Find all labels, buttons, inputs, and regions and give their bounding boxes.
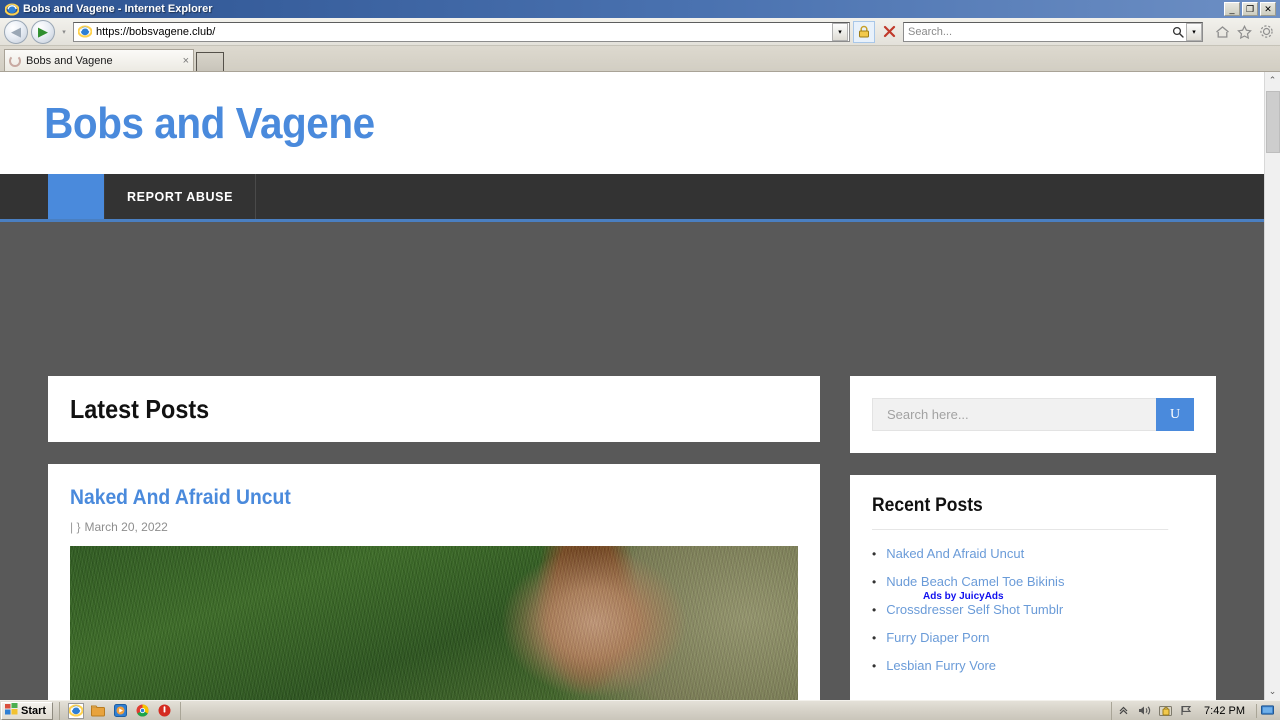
tab-strip: Bobs and Vagene ×	[0, 46, 1280, 72]
browser-search-input[interactable]: Search...	[908, 26, 1170, 38]
site-header: Bobs and Vagene	[0, 72, 1264, 174]
security-shield-icon[interactable]	[1158, 704, 1172, 718]
content-columns: Latest Posts Naked And Afraid Uncut | } …	[48, 222, 1216, 700]
address-url-text[interactable]: https://bobsvagene.club/	[96, 26, 832, 38]
recent-posts-widget: Recent Posts • Naked And Afraid Uncut • …	[850, 475, 1216, 700]
browser-search-box[interactable]: Search... ▾	[903, 21, 1203, 42]
system-tray: 7:42 PM	[1111, 701, 1278, 720]
restore-button[interactable]: ❐	[1242, 2, 1258, 16]
loading-spinner-icon	[9, 54, 21, 67]
sidebar: Search here... U Recent Posts • Naked An…	[850, 376, 1216, 700]
latest-posts-heading: Latest Posts	[70, 393, 210, 424]
close-button[interactable]: ✕	[1260, 2, 1276, 16]
browser-tab[interactable]: Bobs and Vagene ×	[4, 49, 194, 71]
post-title-link[interactable]: Naked And Afraid Uncut	[70, 486, 740, 510]
quick-launch-bar	[59, 701, 182, 720]
list-item[interactable]: • Naked And Afraid Uncut	[872, 540, 1194, 568]
window-titlebar: Bobs and Vagene - Internet Explorer _ ❐ …	[0, 0, 1280, 18]
post-date: March 20, 2022	[84, 520, 168, 534]
recent-posts-list: • Naked And Afraid Uncut • Nude Beach Ca…	[872, 540, 1194, 680]
show-hidden-icons-icon[interactable]	[1116, 704, 1130, 718]
bullet-icon: •	[872, 659, 877, 673]
star-icon[interactable]	[1234, 22, 1254, 42]
browser-toolbar: ◀ ▶ ▾ https://bobsvagene.club/ ▾ Search.…	[0, 18, 1280, 46]
latest-posts-card: Latest Posts	[48, 376, 820, 442]
post-meta: | } March 20, 2022	[70, 520, 798, 534]
new-tab-button[interactable]	[196, 52, 224, 71]
gear-icon[interactable]	[1256, 22, 1276, 42]
list-item[interactable]: • Furry Diaper Porn	[872, 624, 1194, 652]
recent-post-link[interactable]: Naked And Afraid Uncut	[886, 546, 1024, 562]
recent-post-link[interactable]: Crossdresser Self Shot Tumblr	[886, 602, 1063, 618]
address-bar[interactable]: https://bobsvagene.club/ ▾	[73, 21, 850, 42]
recent-post-link[interactable]: Lesbian Furry Vore	[886, 658, 996, 674]
site-navigation: REPORT ABUSE	[0, 174, 1264, 222]
internet-explorer-window: Bobs and Vagene - Internet Explorer _ ❐ …	[0, 0, 1280, 700]
window-controls: _ ❐ ✕	[1224, 2, 1278, 16]
close-icon[interactable]: ×	[183, 55, 189, 67]
start-button[interactable]: Start	[1, 701, 54, 720]
scrollbar-track[interactable]	[1265, 89, 1280, 683]
page-scrollbar[interactable]: ⌃ ⌄	[1264, 72, 1280, 700]
scrollbar-thumb[interactable]	[1265, 91, 1280, 153]
sidebar-search-row: Search here... U	[872, 398, 1194, 431]
home-icon[interactable]	[1212, 22, 1232, 42]
taskbar-stop-app-icon[interactable]	[156, 703, 172, 719]
search-provider-dropdown[interactable]: ▾	[1186, 22, 1202, 41]
windows-taskbar: Start 7:42 PM	[0, 700, 1280, 720]
nav-item-home[interactable]	[48, 174, 105, 219]
show-desktop-button[interactable]	[1256, 703, 1274, 718]
windows-logo-icon	[5, 703, 18, 718]
window-title: Bobs and Vagene - Internet Explorer	[23, 3, 213, 15]
nav-item-report-abuse[interactable]: REPORT ABUSE	[105, 174, 257, 219]
internet-explorer-icon	[4, 2, 20, 16]
start-button-label: Start	[21, 704, 47, 717]
list-item[interactable]: • Crossdresser Self Shot Tumblr	[872, 596, 1194, 624]
minimize-button[interactable]: _	[1224, 2, 1240, 16]
sidebar-search-input[interactable]: Search here...	[872, 398, 1156, 431]
bullet-icon: •	[872, 631, 877, 645]
toolbar-right-buttons	[1206, 22, 1276, 42]
ads-by-juicyads-label[interactable]: Ads by JuicyAds	[923, 591, 1004, 602]
network-flag-icon[interactable]	[1179, 704, 1193, 718]
list-item[interactable]: • Nude Beach Camel Toe Bikinis	[872, 568, 1194, 596]
address-dropdown-button[interactable]: ▾	[832, 22, 848, 41]
recent-pages-dropdown[interactable]: ▾	[58, 21, 70, 43]
site-title[interactable]: Bobs and Vagene	[0, 72, 1163, 149]
bullet-icon: •	[872, 603, 877, 617]
taskbar-clock[interactable]: 7:42 PM	[1200, 705, 1249, 717]
page-favicon-icon	[77, 24, 93, 40]
post-featured-image[interactable]	[70, 546, 798, 700]
recent-post-link[interactable]: Furry Diaper Porn	[886, 630, 989, 646]
forward-button[interactable]: ▶	[31, 19, 55, 44]
taskbar-internet-explorer-icon[interactable]	[68, 702, 85, 719]
web-page: Bobs and Vagene REPORT ABUSE Ads by Juic…	[0, 72, 1264, 700]
page-content: Ads by JuicyAds Latest Posts Naked And A…	[0, 222, 1264, 700]
volume-icon[interactable]	[1137, 704, 1151, 718]
bullet-icon: •	[872, 575, 877, 589]
sidebar-search-widget: Search here... U	[850, 376, 1216, 453]
recent-posts-heading: Recent Posts	[872, 495, 1169, 530]
main-column: Latest Posts Naked And Afraid Uncut | } …	[48, 376, 820, 700]
list-item[interactable]: • Lesbian Furry Vore	[872, 652, 1194, 680]
bullet-icon: •	[872, 547, 877, 561]
post-card: Naked And Afraid Uncut | } March 20, 202…	[48, 464, 820, 700]
taskbar-media-player-icon[interactable]	[112, 703, 128, 719]
back-button[interactable]: ◀	[4, 19, 28, 44]
stop-icon[interactable]	[878, 21, 900, 43]
page-viewport: Bobs and Vagene REPORT ABUSE Ads by Juic…	[0, 72, 1280, 700]
recent-post-link[interactable]: Nude Beach Camel Toe Bikinis	[886, 574, 1064, 590]
lock-icon[interactable]	[853, 20, 875, 43]
scroll-up-arrow-icon[interactable]: ⌃	[1265, 72, 1280, 89]
post-image-texture	[70, 546, 798, 700]
search-icon[interactable]	[1170, 26, 1186, 38]
sidebar-search-submit-button[interactable]: U	[1156, 398, 1194, 431]
taskbar-chrome-icon[interactable]	[134, 703, 150, 719]
taskbar-file-explorer-icon[interactable]	[90, 703, 106, 719]
scroll-down-arrow-icon[interactable]: ⌄	[1265, 683, 1280, 700]
tab-label: Bobs and Vagene	[26, 54, 113, 67]
calendar-icon: | }	[70, 520, 81, 534]
